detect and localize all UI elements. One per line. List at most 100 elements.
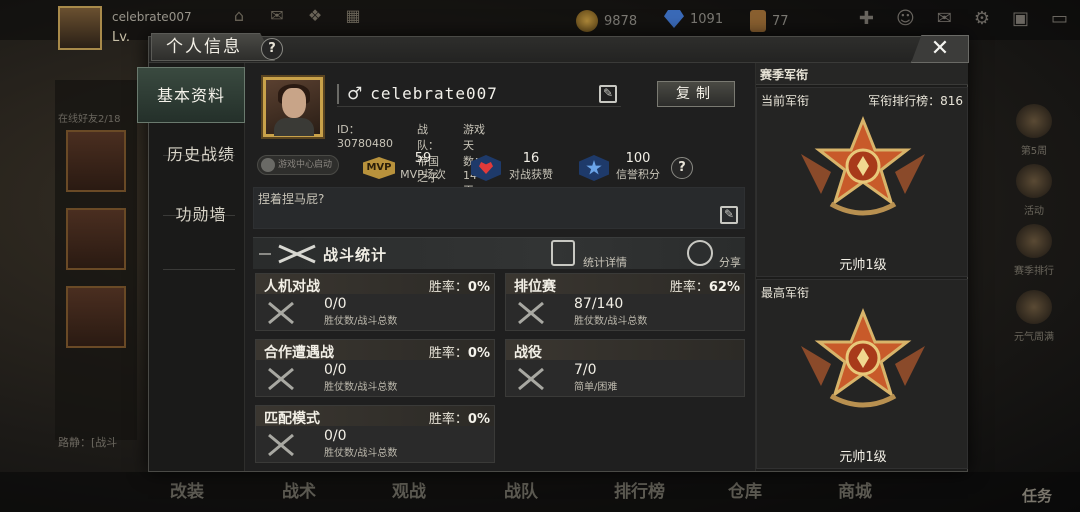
stats-detail-link[interactable]: 统计详情 — [583, 254, 627, 270]
current-rank-level: 元帅1级 — [839, 258, 887, 273]
modal-header: 个人信息 ? ✕ — [149, 33, 969, 63]
highest-rank-label: 最高军衔 — [761, 286, 810, 300]
profile-avatar — [263, 77, 323, 137]
tab-history[interactable]: 历史战绩 — [159, 127, 243, 183]
heart-icon — [471, 155, 501, 181]
week-event[interactable]: 第5周 — [1010, 104, 1058, 157]
home-icon[interactable]: ⌂ — [228, 6, 250, 34]
share-icon[interactable] — [681, 234, 719, 272]
nav-shop[interactable]: 商城 — [838, 477, 872, 502]
gift-icon[interactable]: ✉ — [266, 6, 288, 34]
help-icon[interactable]: ? — [261, 38, 283, 60]
coin-value: 9878 — [604, 13, 638, 29]
friend-card[interactable] — [66, 286, 126, 348]
swords-icon — [518, 301, 544, 325]
edit-name-icon[interactable]: ✎ — [599, 85, 617, 103]
add-icon[interactable]: ✚ — [859, 8, 874, 29]
player-name: celebrate007 — [112, 10, 192, 24]
nav-spectate[interactable]: 观战 — [392, 477, 426, 502]
battle-stats-header: 战斗统计 统计详情 分享 — [253, 234, 745, 272]
mode-card-coop[interactable]: 合作遭遇战 胜率：0% 0/0 胜仗数/战斗总数 — [255, 339, 495, 397]
mode-card-ranked[interactable]: 排位赛 胜率：62% 87/140 胜仗数/战斗总数 — [505, 273, 745, 331]
name-row: ♂ celebrate007 ✎ — [337, 81, 621, 107]
token-value: 77 — [772, 13, 789, 29]
gem-icon — [664, 10, 684, 28]
season-rank-panel: 赛季军衔 当前军衔 军衔排行榜：816 元帅1级 最高军衔 元帅1级 — [755, 63, 968, 471]
top-right-icons: ✚ ☺ ✉ ⚙ ▣ ▭ — [859, 8, 1068, 29]
bottom-nav — [0, 472, 1080, 512]
season-rank-title: 赛季军衔 — [760, 68, 809, 82]
tab-basic-info[interactable]: 基本资料 — [137, 67, 245, 123]
tab-divider — [163, 269, 235, 270]
settings-icon[interactable]: ⚙ — [974, 8, 990, 29]
current-rank-section: 当前军衔 军衔排行榜：816 元帅1级 — [756, 87, 968, 277]
activity-icon — [1016, 164, 1052, 198]
share-link[interactable]: 分享 — [719, 254, 741, 270]
gem-counter: 1091 — [664, 10, 723, 28]
stats-row: 游戏中心启动 MVP 59 MVP场次 16 对战获赞 100 信誉积分 ? — [253, 151, 743, 187]
notice-icon[interactable]: ▣ — [1012, 8, 1029, 29]
game-center-button[interactable]: 游戏中心启动 — [257, 155, 339, 175]
nav-modify[interactable]: 改装 — [170, 477, 204, 502]
modal-title: 个人信息 — [151, 33, 275, 61]
swords-icon — [268, 367, 294, 391]
close-button[interactable]: ✕ — [911, 35, 969, 63]
activity-event[interactable]: 活动 — [1010, 164, 1058, 217]
nav-warehouse[interactable]: 仓库 — [728, 477, 762, 502]
likes-stat: 16 对战获赞 — [509, 151, 553, 181]
male-icon: ♂ — [347, 83, 363, 104]
highest-rank-level: 元帅1级 — [839, 450, 887, 465]
profile-name: celebrate007 — [370, 84, 498, 103]
star-icon — [579, 155, 609, 181]
nav-team[interactable]: 战队 — [504, 477, 538, 502]
token-counter: 77 — [750, 10, 789, 32]
battle-stats-title: 战斗统计 — [323, 246, 388, 264]
mode-card-pve[interactable]: 人机对战 胜率：0% 0/0 胜仗数/战斗总数 — [255, 273, 495, 331]
mode-card-match[interactable]: 匹配模式 胜率：0% 0/0 胜仗数/战斗总数 — [255, 405, 495, 463]
highest-rank-section: 最高军衔 元帅1级 — [756, 279, 968, 469]
season-rank-event[interactable]: 赛季排行 — [1010, 224, 1058, 277]
rank-leaderboard-link[interactable]: 军衔排行榜：816 — [868, 92, 963, 109]
mode-card-campaign[interactable]: 战役 7/0 简单/困难 — [505, 339, 745, 397]
swords-icon — [518, 367, 544, 391]
motto-box: 捏着捏马屁? ✎ — [253, 187, 745, 229]
season-icon — [1016, 224, 1052, 258]
crossed-rifles-icon — [278, 244, 316, 264]
edit-motto-icon[interactable]: ✎ — [720, 206, 738, 224]
side-tabs: 基本资料 历史战绩 功勋墙 — [137, 63, 245, 471]
mail-icon[interactable]: ✉ — [937, 8, 952, 29]
chat-preview[interactable]: 路静：[战斗 — [58, 434, 138, 450]
nav-tactics[interactable]: 战术 — [282, 477, 316, 502]
swords-icon — [268, 433, 294, 457]
window-icon[interactable]: ▭ — [1051, 8, 1068, 29]
more-icon[interactable]: ▦ — [342, 6, 364, 34]
top-icons: ⌂ ✉ ❖ ▦ — [228, 6, 364, 34]
marshal-medal-icon — [801, 115, 925, 216]
copy-button[interactable]: 复制 — [657, 81, 735, 107]
profile-modal: 个人信息 ? ✕ 基本资料 历史战绩 功勋墙 ♂ celebrate007 ✎ … — [137, 33, 969, 472]
friend-card[interactable] — [66, 130, 126, 192]
task-button[interactable]: 任务 — [1022, 485, 1052, 506]
energy-event[interactable]: 元气周满 — [1010, 290, 1058, 343]
coin-icon — [576, 10, 598, 32]
player-avatar[interactable] — [58, 6, 102, 50]
coin-counter: 9878 — [576, 10, 637, 32]
mvp-icon: MVP — [363, 157, 395, 179]
week-icon — [1016, 104, 1052, 138]
nav-leaderboard[interactable]: 排行榜 — [614, 477, 665, 502]
calendar-icon — [1016, 290, 1052, 324]
credit-stat: 100 信誉积分 — [616, 151, 660, 181]
mvp-stat: 59 MVP场次 — [400, 151, 446, 181]
friends-icon[interactable]: ☺ — [896, 8, 915, 29]
game-center-icon — [261, 158, 275, 172]
stats-detail-icon[interactable] — [551, 240, 575, 266]
online-friends: 在线好友2/18 — [58, 114, 121, 125]
current-rank-label: 当前军衔 — [761, 94, 810, 108]
swords-icon — [268, 301, 294, 325]
gem-value: 1091 — [690, 11, 724, 27]
token-icon — [750, 10, 766, 32]
gift-center-icon[interactable]: ❖ — [304, 6, 326, 34]
stats-help-icon[interactable]: ? — [671, 157, 693, 179]
friend-card[interactable] — [66, 208, 126, 270]
tab-merit-wall[interactable]: 功勋墙 — [159, 187, 243, 243]
